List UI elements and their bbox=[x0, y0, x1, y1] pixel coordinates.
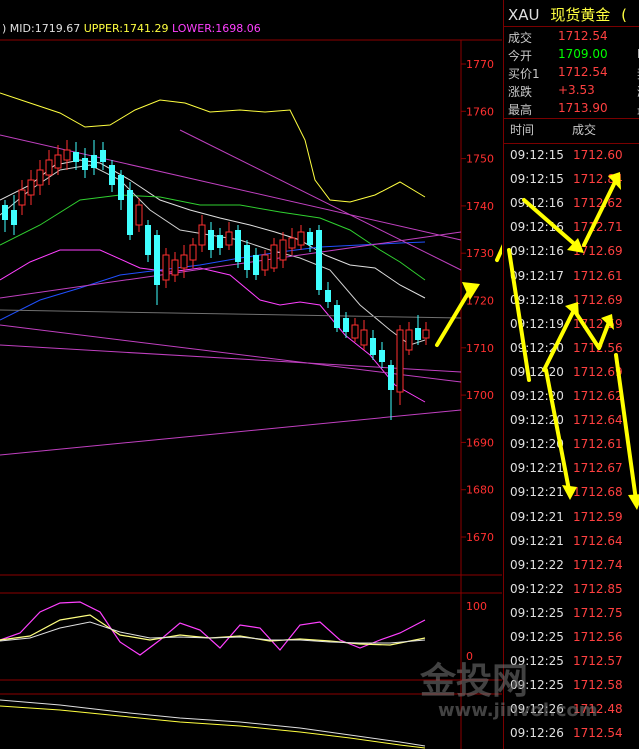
quote-panel: XAU 现货黄金 ( 成交1712.54今开1709.00E买价11712.54… bbox=[503, 0, 639, 749]
kline-chart[interactable]: 1770176017501740173017201710170016901680… bbox=[0, 0, 502, 749]
candle-body bbox=[225, 231, 233, 246]
candle-body bbox=[422, 329, 430, 339]
trend-line-4 bbox=[0, 409, 462, 456]
price-axis-label: 1770 bbox=[466, 58, 494, 71]
candle-body bbox=[360, 329, 368, 346]
candle-body bbox=[100, 150, 106, 162]
candle-body bbox=[82, 158, 88, 170]
candle-body bbox=[415, 328, 421, 340]
candle-body bbox=[379, 350, 385, 362]
price-axis-label: 1710 bbox=[466, 342, 494, 355]
header-mid: MID:1719.67 bbox=[9, 22, 81, 35]
candle-body bbox=[279, 239, 287, 261]
osc-line-white bbox=[0, 621, 426, 644]
candle-body bbox=[217, 235, 223, 248]
price-axis-label: 1740 bbox=[466, 200, 494, 213]
candle-body bbox=[127, 190, 133, 235]
candle-body bbox=[11, 210, 17, 225]
candle-body bbox=[154, 235, 160, 285]
price-axis-label: 1670 bbox=[466, 531, 494, 544]
price-axis-label: 1690 bbox=[466, 436, 494, 449]
candle-body bbox=[288, 237, 296, 249]
candle-body bbox=[405, 329, 413, 351]
candle-body bbox=[316, 230, 322, 290]
candle-body bbox=[198, 224, 206, 246]
candle-body bbox=[235, 230, 241, 262]
candle-body bbox=[171, 259, 179, 276]
bollinger-upper-line bbox=[0, 92, 426, 203]
candle-body bbox=[351, 324, 359, 339]
candle-body bbox=[118, 175, 124, 200]
candle-body bbox=[208, 230, 214, 250]
price-axis-label: 1680 bbox=[466, 484, 494, 497]
candles bbox=[2, 140, 430, 420]
candle-body bbox=[270, 244, 278, 269]
osc-axis-label: 100 bbox=[466, 600, 487, 613]
candle-body bbox=[73, 152, 79, 162]
price-axis: 1770176017501740173017201710170016901680… bbox=[461, 58, 494, 544]
candle-body bbox=[253, 255, 259, 275]
candle-body bbox=[325, 290, 331, 302]
candle-body bbox=[297, 231, 305, 246]
bollinger-lower-line bbox=[0, 249, 426, 403]
price-axis-label: 1730 bbox=[466, 247, 494, 260]
kline-chart-area[interactable]: 1770 1760 1750 1740 1730 1720 1710 1700 1690 1680… bbox=[0, 0, 502, 749]
candle-body bbox=[135, 204, 143, 226]
ma-blue-line bbox=[0, 241, 426, 321]
price-axis-label: 1750 bbox=[466, 153, 494, 166]
candle-body bbox=[36, 169, 44, 186]
candle-body bbox=[18, 189, 26, 206]
candle-body bbox=[54, 154, 62, 169]
watermark-url: www.jinvol.com bbox=[438, 700, 598, 721]
header-paren: ) bbox=[2, 22, 7, 35]
annotation-arrows bbox=[435, 244, 502, 347]
candle-body bbox=[91, 155, 97, 168]
candle-body bbox=[45, 159, 53, 176]
osc-line-magenta bbox=[0, 601, 426, 656]
candle-body bbox=[2, 205, 8, 220]
macd-signal-line bbox=[0, 705, 426, 749]
header-upper: UPPER:1741.29 bbox=[83, 22, 169, 35]
reference-line bbox=[0, 309, 462, 319]
candle-body bbox=[63, 149, 71, 161]
candle-body bbox=[189, 244, 197, 261]
candle-body bbox=[145, 225, 151, 255]
candle-body bbox=[307, 232, 313, 245]
candle-body bbox=[180, 254, 188, 269]
watermark-logo: 金投网 bbox=[420, 661, 529, 702]
candle-body bbox=[370, 338, 376, 355]
candle-body bbox=[334, 305, 340, 328]
ma-white-line bbox=[0, 164, 426, 346]
candle-body bbox=[396, 329, 404, 393]
header-lower: LOWER:1698.06 bbox=[171, 22, 261, 35]
candle-body bbox=[27, 179, 35, 196]
indicator-header: ) MID:1719.67 UPPER:1741.29 LOWER:1698.0… bbox=[2, 22, 261, 35]
tick-annotation-arrows bbox=[507, 172, 639, 510]
bollinger-mid-line bbox=[0, 159, 426, 299]
candle-body bbox=[343, 318, 349, 332]
candle-body bbox=[388, 365, 394, 390]
price-axis-label: 1760 bbox=[466, 105, 494, 118]
price-axis-label: 1700 bbox=[466, 389, 494, 402]
candle-body bbox=[162, 254, 170, 281]
candle-body bbox=[261, 254, 269, 271]
candle-body bbox=[109, 165, 115, 185]
candle-body bbox=[244, 245, 250, 270]
